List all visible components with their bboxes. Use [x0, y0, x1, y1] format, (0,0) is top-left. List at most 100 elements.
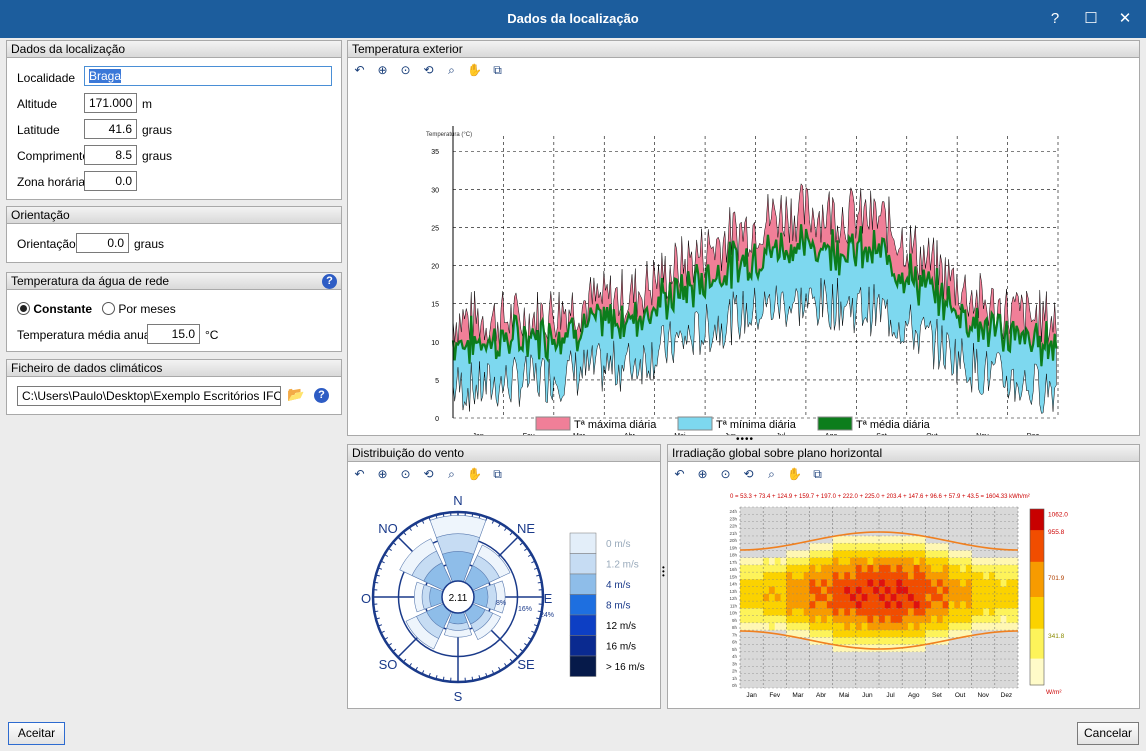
hour-label: 24h — [729, 509, 737, 514]
hour-label: 20h — [729, 538, 737, 543]
zoom-fit-icon[interactable]: ⌕ — [443, 465, 460, 482]
zoom-fit-icon[interactable]: ⌕ — [763, 465, 780, 482]
heatmap-cell — [797, 601, 805, 609]
heatmap-cell — [983, 564, 990, 573]
climate-file-path[interactable]: C:\Users\Paulo\Desktop\Exemplo Escritóri… — [17, 386, 281, 406]
latitude-field[interactable]: 41.6 — [84, 119, 137, 139]
heatmap-cell — [792, 593, 799, 602]
maximize-button[interactable]: ☐ — [1079, 9, 1103, 29]
x-tick-label: Out — [926, 433, 937, 435]
heatmap-cell — [803, 550, 810, 558]
heatmap-cell — [792, 622, 799, 631]
heatmap-cell — [907, 564, 915, 573]
heatmap-cell — [884, 637, 891, 645]
heatmap-cell — [751, 579, 758, 587]
heatmap-cell — [890, 543, 897, 551]
heatmap-cell — [821, 557, 828, 566]
locality-field[interactable]: Braga — [84, 66, 332, 86]
radio-by-month-dot — [102, 302, 115, 315]
heatmap-cell — [809, 550, 816, 558]
heatmap-cell — [867, 579, 874, 587]
legend-label: Tª máxima diária — [574, 419, 657, 431]
colorbar-unit: W/m² — [1046, 689, 1062, 696]
heatmap-cell — [925, 572, 932, 580]
water-help-icon[interactable]: ? — [322, 274, 337, 289]
x-tick-label: Jan — [473, 433, 484, 435]
heatmap-cell — [740, 572, 747, 580]
heatmap-cell — [971, 608, 978, 616]
zoom-in-icon[interactable]: ⊙ — [717, 465, 734, 482]
annual-temp-field[interactable]: 15.0 — [147, 324, 200, 344]
heatmap-cell — [884, 601, 891, 609]
latitude-label: Latitude — [17, 123, 60, 137]
radio-by-month[interactable]: Por meses — [102, 302, 176, 316]
close-button[interactable]: ✕ — [1113, 9, 1137, 29]
heatmap-cell — [907, 615, 915, 624]
wind-header: Distribuição do vento — [348, 445, 660, 462]
heatmap-cell — [803, 579, 810, 587]
heatmap-cell — [965, 557, 972, 566]
y-axis-title: Temperatura (°C) — [426, 132, 472, 138]
altitude-field[interactable]: 171.000 — [84, 93, 137, 113]
heatmap-cell — [861, 637, 868, 645]
heatmap-cell — [919, 572, 926, 580]
heatmap-cell — [838, 550, 845, 558]
zoom-out-icon[interactable]: ⟲ — [420, 465, 437, 482]
heatmap-cell — [809, 557, 816, 566]
open-folder-icon[interactable]: 📂 — [286, 386, 306, 404]
heatmap-cell — [780, 615, 787, 624]
heatmap-cell — [815, 615, 822, 624]
vertical-splitter[interactable]: • • • — [662, 564, 665, 580]
zoom-out-icon[interactable]: ⟲ — [740, 465, 757, 482]
zoom-back-icon[interactable]: ↶ — [351, 465, 368, 482]
hour-label: 1h — [732, 676, 738, 681]
zoom-in-icon[interactable]: ⊙ — [397, 465, 414, 482]
heatmap-cell — [907, 535, 915, 544]
y-tick-label: 5 — [435, 378, 439, 385]
heatmap-cell — [838, 572, 845, 580]
heatmap-cell — [850, 601, 857, 609]
heatmap-cell — [861, 601, 868, 609]
orientation-field[interactable]: 0.0 — [76, 233, 129, 253]
pan-hand-icon[interactable]: ✋ — [786, 465, 803, 482]
heatmap-cell — [786, 572, 793, 580]
heatmap-cell — [907, 572, 915, 580]
heatmap-cell — [954, 572, 961, 580]
heatmap-cell — [936, 543, 944, 551]
accept-button[interactable]: Aceitar — [8, 722, 65, 745]
heatmap-cell — [1012, 608, 1019, 616]
heatmap-cell — [745, 557, 752, 566]
heatmap-cell — [925, 601, 932, 609]
heatmap-cell — [884, 579, 891, 587]
climate-help-icon[interactable]: ? — [314, 388, 329, 403]
pan-hand-icon[interactable]: ✋ — [466, 465, 483, 482]
x-tick-label: Set — [876, 433, 887, 435]
heatmap-cell — [821, 564, 828, 573]
heatmap-cell — [803, 572, 810, 580]
heatmap-cell — [1012, 564, 1019, 573]
heatmap-cell — [890, 622, 897, 631]
cancel-button[interactable]: Cancelar — [1077, 722, 1139, 745]
heatmap-cell — [954, 622, 961, 631]
help-button[interactable]: ? — [1043, 9, 1067, 29]
heatmap-cell — [774, 557, 781, 566]
heatmap-cell — [902, 550, 909, 558]
month-label: Jul — [886, 692, 895, 699]
altitude-unit: m — [142, 97, 152, 111]
copy-chart-icon[interactable]: ⧉ — [489, 465, 506, 482]
zoom-region-icon[interactable]: ⊕ — [374, 465, 391, 482]
heatmap-cell — [1006, 608, 1013, 616]
timezone-label: Zona horária — [17, 175, 86, 189]
heatmap-cell — [931, 622, 938, 631]
copy-chart-icon[interactable]: ⧉ — [809, 465, 826, 482]
zoom-back-icon[interactable]: ↶ — [671, 465, 688, 482]
month-label: Jan — [746, 692, 757, 699]
timezone-field[interactable]: 0.0 — [84, 171, 137, 191]
radio-constant[interactable]: Constante — [17, 302, 92, 316]
heatmap-cell — [919, 615, 926, 624]
longitude-field[interactable]: 8.5 — [84, 145, 137, 165]
heatmap-cell — [768, 608, 776, 616]
heatmap-cell — [815, 608, 822, 616]
heatmap-cell — [826, 615, 833, 624]
zoom-region-icon[interactable]: ⊕ — [694, 465, 711, 482]
